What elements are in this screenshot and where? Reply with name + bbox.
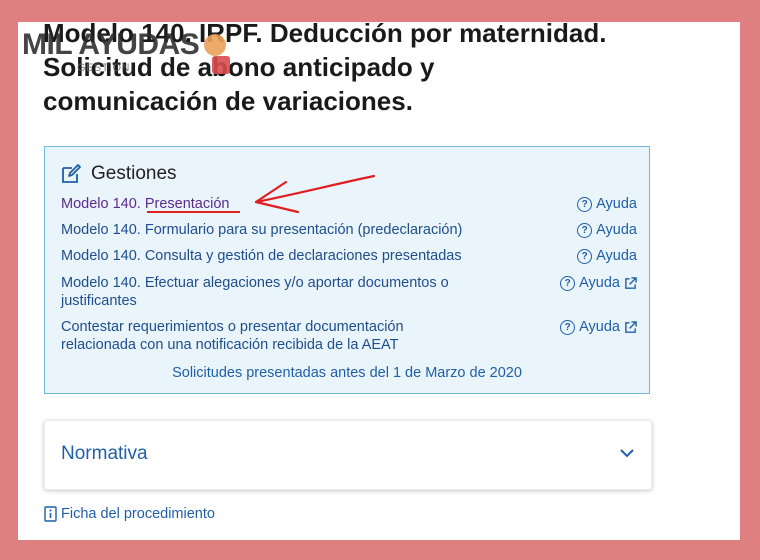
gestion-link-alegaciones[interactable]: Modelo 140. Efectuar alegaciones y/o apo… <box>61 274 491 310</box>
gestion-link-consulta[interactable]: Modelo 140. Consulta y gestión de declar… <box>61 247 521 265</box>
gestiones-title: Gestiones <box>91 163 177 184</box>
ayuda-link[interactable]: ? Ayuda <box>577 195 637 213</box>
watermark-logo: MIL AYUDAS GESTION <box>22 28 252 76</box>
watermark-name: MIL AYUDAS <box>22 28 200 61</box>
page-card: Modelo 140. IRPF. Deducción por maternid… <box>18 22 740 540</box>
ficha-label: Ficha del procedimiento <box>61 506 215 522</box>
annotation-underline <box>147 211 240 213</box>
external-link-icon <box>625 320 637 333</box>
chevron-down-icon <box>620 449 634 458</box>
gestion-row-formulario: Modelo 140. Formulario para su presentac… <box>61 221 637 239</box>
help-circle-icon: ? <box>560 275 576 291</box>
solicitudes-anteriores-link[interactable]: Solicitudes presentadas antes del 1 de M… <box>45 365 649 381</box>
help-circle-icon: ? <box>577 248 593 264</box>
ayuda-label: Ayuda <box>596 196 637 212</box>
gestiones-header: Gestiones <box>61 163 177 185</box>
annotation-arrow-icon <box>254 174 376 214</box>
normativa-accordion[interactable]: Normativa <box>44 420 652 490</box>
ayuda-label: Ayuda <box>579 319 620 335</box>
external-link-icon <box>625 276 637 289</box>
gestion-link-requerimientos[interactable]: Contestar requerimientos o presentar doc… <box>61 318 461 354</box>
gestion-row-alegaciones: Modelo 140. Efectuar alegaciones y/o apo… <box>61 274 637 310</box>
help-circle-icon: ? <box>560 319 576 335</box>
help-circle-icon: ? <box>577 222 593 238</box>
gestion-row-requerimientos: Contestar requerimientos o presentar doc… <box>61 318 637 354</box>
ficha-procedimiento-link[interactable]: Ficha del procedimiento <box>44 506 215 522</box>
gestion-link-formulario[interactable]: Modelo 140. Formulario para su presentac… <box>61 221 521 239</box>
ayuda-link[interactable]: ? Ayuda <box>577 247 637 265</box>
ayuda-link[interactable]: ? Ayuda <box>577 221 637 239</box>
ayuda-label: Ayuda <box>596 222 637 238</box>
page-title-line-3: comunicación de variaciones. <box>43 86 413 116</box>
help-circle-icon: ? <box>577 196 593 212</box>
watermark-mascot-icon <box>204 34 226 56</box>
ayuda-label: Ayuda <box>579 275 620 291</box>
ayuda-external-link[interactable]: ? Ayuda <box>560 318 637 336</box>
ayuda-label: Ayuda <box>596 248 637 264</box>
watermark-badge-icon <box>212 56 230 74</box>
document-info-icon <box>44 506 57 522</box>
ayuda-external-link[interactable]: ? Ayuda <box>560 274 637 292</box>
normativa-label: Normativa <box>61 443 148 464</box>
edit-icon <box>62 164 81 183</box>
gestion-row-consulta: Modelo 140. Consulta y gestión de declar… <box>61 247 637 265</box>
watermark-tagline: GESTION <box>77 62 131 74</box>
